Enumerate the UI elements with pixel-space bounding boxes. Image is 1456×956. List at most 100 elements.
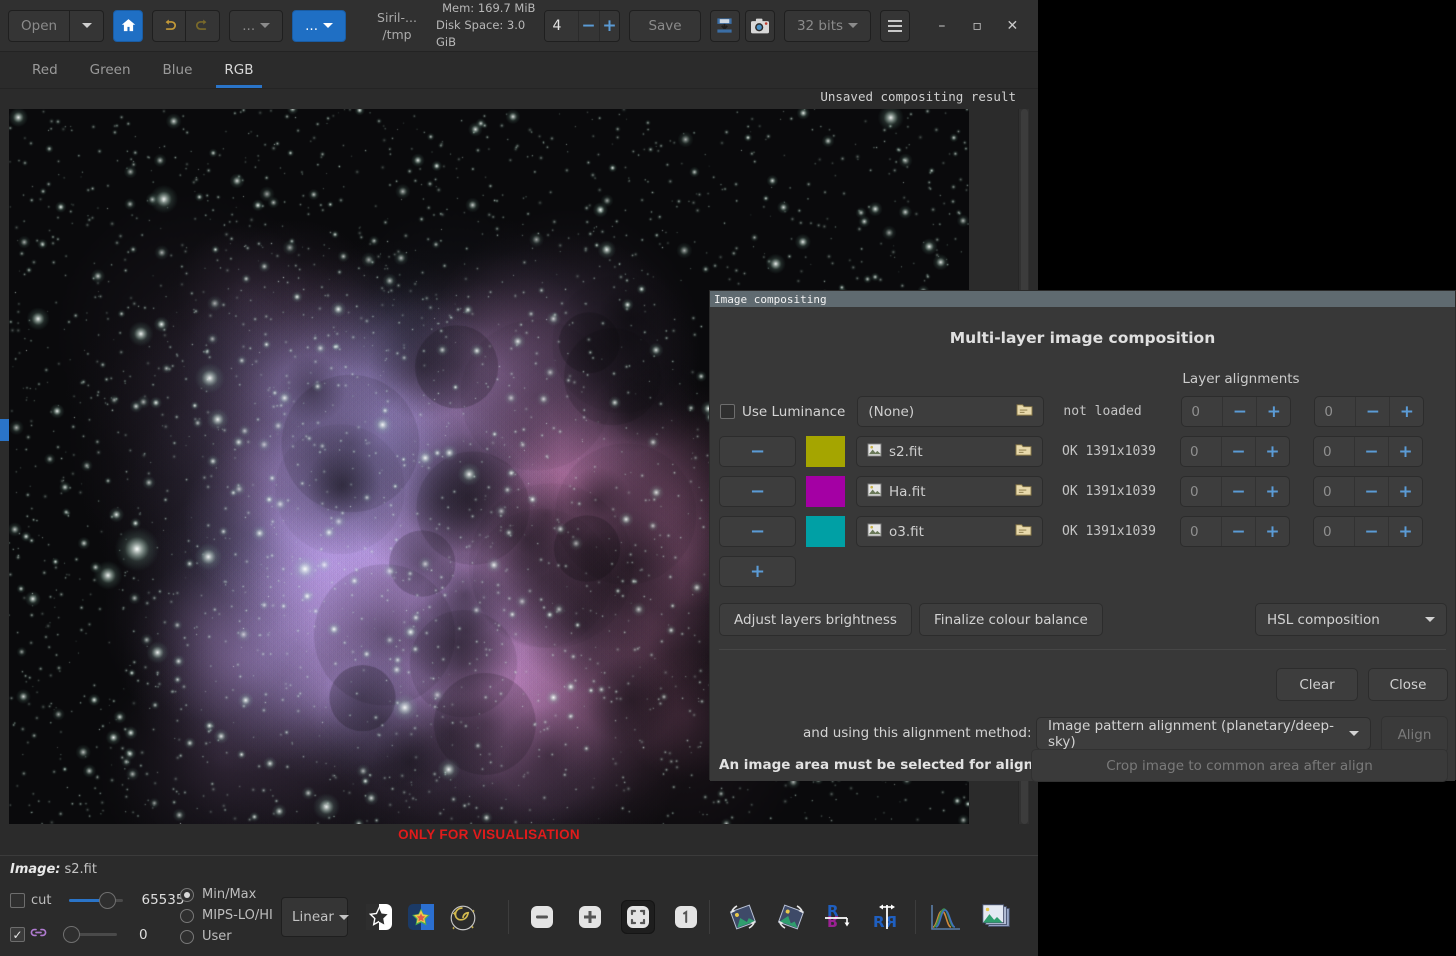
luminance-align-y-value[interactable]: 0 [1315,397,1355,426]
layer-0-align-y-increase[interactable]: + [1388,437,1422,466]
zoom-fit-button[interactable] [621,900,655,934]
layer-0-remove-button[interactable]: − [719,436,796,467]
window-close-button[interactable]: ✕ [995,10,1030,42]
align-method-combo[interactable]: Image pattern alignment (planetary/deep-… [1036,717,1371,750]
zoom-one-to-one-button[interactable] [669,900,703,934]
bit-depth-button[interactable]: 32 bits [783,9,872,42]
colour-star-toggle-icon-button[interactable] [404,900,438,934]
layer-2-align-x-decrease[interactable]: − [1221,517,1255,546]
layer-1-align-y-spinner[interactable]: 0 − + [1313,476,1423,507]
layer-1-align-y-increase[interactable]: + [1388,477,1422,506]
link-checkbox[interactable]: ✓ [10,927,25,942]
layer-1-align-x-decrease[interactable]: − [1221,477,1255,506]
zoom-stepper[interactable]: 4 − + [544,9,621,42]
layer-2-align-x-increase[interactable]: + [1255,517,1289,546]
layer-0-file-field[interactable]: s2.fit [856,436,1043,467]
luminance-align-y-decrease[interactable]: − [1355,397,1389,426]
zoom-out-button[interactable] [525,900,559,934]
luminance-align-x-spinner[interactable]: 0 − + [1181,396,1292,427]
tab-rgb[interactable]: RGB [208,52,269,88]
mode-user-row[interactable]: User [180,926,273,947]
window-maximize-button[interactable]: ▫ [960,10,995,42]
adjust-layers-brightness-button[interactable]: Adjust layers brightness [719,603,912,636]
layer-0-align-x-value[interactable]: 0 [1181,437,1221,466]
open-button[interactable]: Open [8,9,71,42]
folder-open-icon[interactable] [1015,522,1032,541]
save-as-button[interactable] [709,9,740,42]
use-luminance-checkbox[interactable] [720,404,735,419]
layer-2-colour-swatch[interactable] [806,516,845,547]
home-button[interactable] [113,9,144,42]
luminance-align-y-spinner[interactable]: 0 − + [1314,396,1425,427]
zoom-increase-button[interactable]: + [598,10,620,41]
histogram-button[interactable] [928,900,962,934]
layer-0-align-x-spinner[interactable]: 0 − + [1180,436,1290,467]
mirror-horizontal-button[interactable]: R R [870,900,904,934]
bw-star-toggle-icon-button[interactable] [362,900,396,934]
layer-1-align-y-value[interactable]: 0 [1314,477,1354,506]
redo-button[interactable] [186,9,221,42]
cut-checkbox[interactable] [10,892,25,908]
save-button[interactable]: Save [629,9,701,42]
mode-minmax-row[interactable]: Min/Max [180,884,273,905]
layer-2-align-y-spinner[interactable]: 0 − + [1313,516,1423,547]
spiral-galaxy-icon-button[interactable] [446,900,480,934]
clear-button[interactable]: Clear [1276,668,1358,701]
finalize-colour-balance-button[interactable]: Finalize colour balance [919,603,1103,636]
tab-red[interactable]: Red [16,52,74,88]
layer-2-align-y-decrease[interactable]: − [1354,517,1388,546]
zoom-decrease-button[interactable]: − [577,10,599,41]
stretch-mode-combo[interactable]: Linear [281,897,349,937]
luminance-align-x-value[interactable]: 0 [1182,397,1222,426]
undo-button[interactable] [152,9,187,42]
layer-2-align-x-value[interactable]: 0 [1181,517,1221,546]
layer-1-align-y-decrease[interactable]: − [1354,477,1388,506]
hi-slider[interactable] [69,891,124,909]
layer-2-align-x-spinner[interactable]: 0 − + [1180,516,1290,547]
layer-2-align-y-value[interactable]: 0 [1314,517,1354,546]
mode-minmax-radio[interactable] [180,887,194,902]
layer-0-align-x-increase[interactable]: + [1255,437,1289,466]
composition-mode-combo[interactable]: HSL composition [1255,603,1447,636]
folder-open-icon[interactable] [1015,482,1032,501]
zoom-value[interactable]: 4 [545,10,578,41]
layer-0-align-x-decrease[interactable]: − [1221,437,1255,466]
mode-user-radio[interactable] [180,929,194,944]
layer-1-align-x-increase[interactable]: + [1255,477,1289,506]
zoom-in-button[interactable] [573,900,607,934]
mode-mips-radio[interactable] [180,908,194,923]
layer-2-remove-button[interactable]: − [719,516,796,547]
window-minimize-button[interactable]: – [924,10,959,42]
tab-blue[interactable]: Blue [147,52,209,88]
layer-1-file-field[interactable]: Ha.fit [856,476,1043,507]
layer-1-remove-button[interactable]: − [719,476,796,507]
snapshot-button[interactable] [744,9,775,42]
luminance-file-field[interactable]: (None) [857,396,1045,427]
layer-1-align-x-value[interactable]: 0 [1181,477,1221,506]
tab-green[interactable]: Green [74,52,147,88]
layer-2-align-y-increase[interactable]: + [1388,517,1422,546]
luminance-align-x-increase[interactable]: + [1256,397,1290,426]
luminance-align-y-increase[interactable]: + [1389,397,1423,426]
layer-1-colour-swatch[interactable] [806,476,845,507]
rotate-left-button[interactable] [726,900,760,934]
image-stack-button[interactable] [980,900,1014,934]
lo-slider-knob[interactable] [63,926,80,943]
layer-0-align-y-decrease[interactable]: − [1354,437,1388,466]
layer-0-align-y-value[interactable]: 0 [1314,437,1354,466]
lo-slider[interactable] [63,926,117,944]
folder-open-icon[interactable] [1015,442,1032,461]
crop-to-common-area-button[interactable]: Crop image to common area after align [1031,749,1448,782]
layer-0-align-y-spinner[interactable]: 0 − + [1313,436,1423,467]
layer-0-colour-swatch[interactable] [806,436,845,467]
rotate-right-button[interactable] [774,900,808,934]
mirror-vertical-button[interactable]: R R [822,900,856,934]
tools-menu-button[interactable]: ... [292,9,346,42]
close-button[interactable]: Close [1368,668,1448,701]
luminance-align-x-decrease[interactable]: − [1222,397,1256,426]
add-layer-button[interactable]: + [719,556,796,587]
main-menu-button[interactable] [880,9,911,42]
layer-1-align-x-spinner[interactable]: 0 − + [1180,476,1290,507]
processing-menu-button[interactable]: ... [229,9,284,42]
folder-open-icon[interactable] [1016,402,1033,421]
